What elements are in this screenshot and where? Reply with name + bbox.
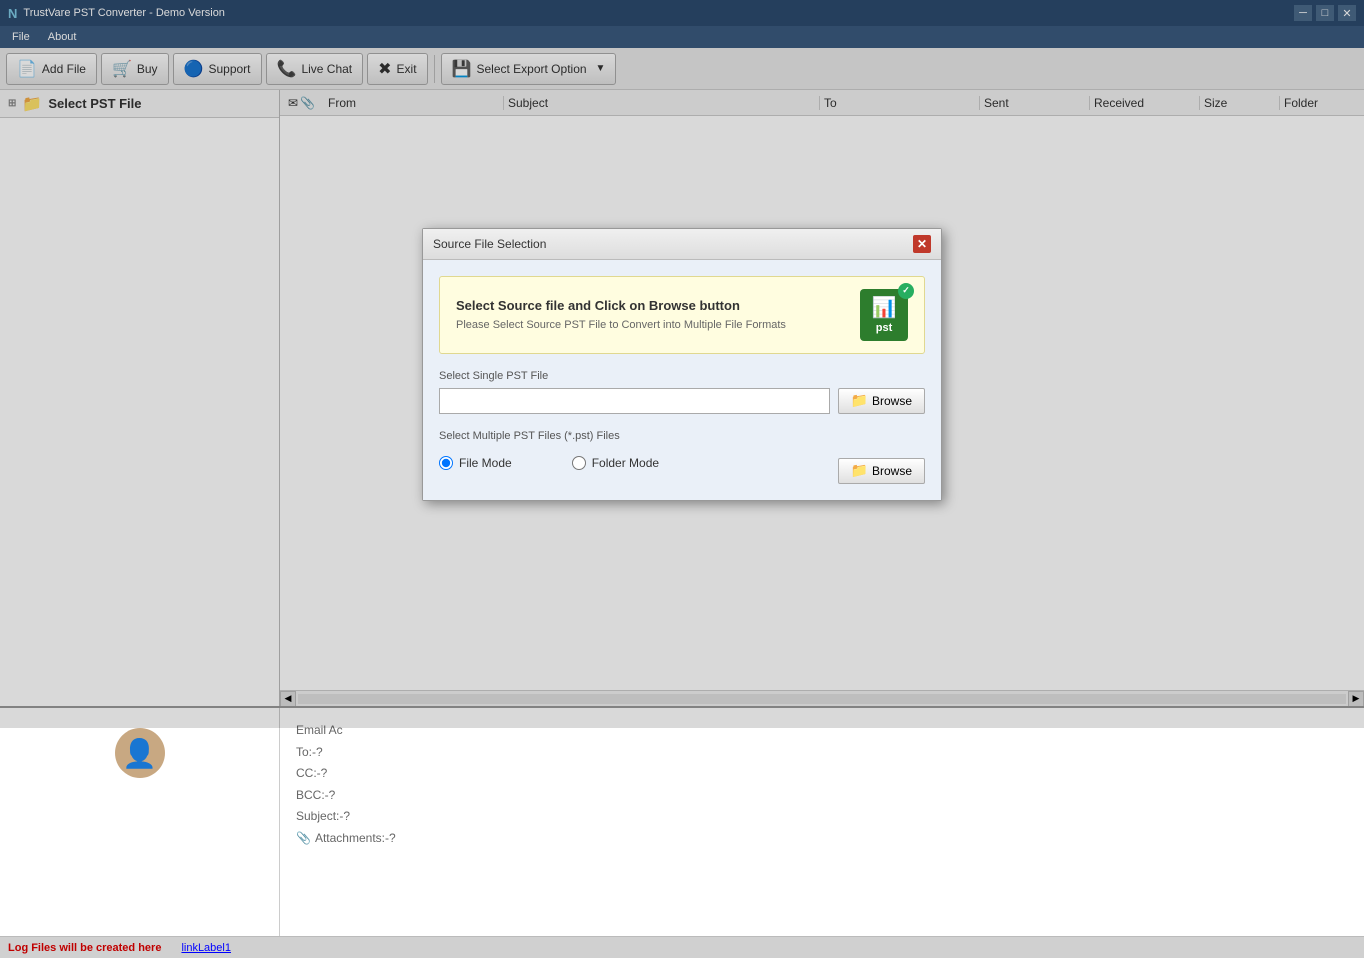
folder-mode-radio[interactable] [572,456,586,470]
paperclip-icon: 📎 [296,828,311,850]
source-file-selection-dialog: Source File Selection ✕ Select Source fi… [422,228,942,501]
modal-title: Source File Selection [433,237,546,251]
bcc-value: BCC:-? [296,788,335,802]
folder-mode-option[interactable]: Folder Mode [572,456,659,470]
browse-label: Browse [872,394,912,408]
preview-details: Email Ac To:-? CC:-? BCC:-? Subject:-? 📎… [280,708,1364,936]
bcc-field: BCC:-? [296,785,1348,807]
pst-file-icon: ✓ 📊 pst [860,289,908,341]
attachments-value: Attachments:-? [315,828,396,850]
multi-pst-section: Select Multiple PST Files (*.pst) Files … [439,430,925,484]
subject-field: Subject:-? [296,806,1348,828]
pst-check-icon: ✓ [898,283,914,299]
multi-browse-row: 📁 Browse [838,458,925,484]
browse-folder-icon2: 📁 [851,462,868,479]
modal-info-subtext: Please Select Source PST File to Convert… [456,319,786,331]
status-link[interactable]: linkLabel1 [181,942,231,954]
modal-close-button[interactable]: ✕ [913,235,931,253]
single-pst-input[interactable] [439,388,830,414]
excel-icon: 📊 [872,295,897,320]
modal-body: Select Source file and Click on Browse b… [423,260,941,500]
file-mode-label: File Mode [459,456,512,470]
modal-titlebar: Source File Selection ✕ [423,229,941,260]
check-symbol: ✓ [902,285,910,296]
modal-info-box: Select Source file and Click on Browse b… [439,276,925,354]
radio-group: File Mode Folder Mode [439,456,659,470]
cc-value: CC:-? [296,766,327,780]
cc-field: CC:-? [296,763,1348,785]
log-message: Log Files will be created here [8,942,161,954]
subject-value: Subject:-? [296,809,350,823]
pst-label: pst [876,322,893,334]
bottom-preview-panel: 👤 Email Ac To:-? CC:-? BCC:-? Subject:-?… [0,706,1364,936]
multi-pst-label: Select Multiple PST Files (*.pst) Files [439,430,925,442]
single-pst-section: Select Single PST File 📁 Browse [439,370,925,414]
modal-overlay: Source File Selection ✕ Select Source fi… [0,0,1364,728]
preview-avatar-area: 👤 [0,708,280,936]
file-mode-option[interactable]: File Mode [439,456,512,470]
multi-pst-browse-button[interactable]: 📁 Browse [838,458,925,484]
folder-mode-label: Folder Mode [592,456,659,470]
browse-folder-icon: 📁 [851,392,868,409]
to-field: To:-? [296,742,1348,764]
single-pst-browse-button[interactable]: 📁 Browse [838,388,925,414]
browse-label2: Browse [872,464,912,478]
to-value: To:-? [296,745,323,759]
status-bar: Log Files will be created here linkLabel… [0,936,1364,958]
attachments-field: 📎 Attachments:-? [296,828,1348,850]
modal-info-heading: Select Source file and Click on Browse b… [456,298,786,313]
avatar: 👤 [115,728,165,778]
single-pst-input-row: 📁 Browse [439,388,925,414]
single-pst-label: Select Single PST File [439,370,925,382]
modal-info-text: Select Source file and Click on Browse b… [456,298,786,331]
file-mode-radio[interactable] [439,456,453,470]
